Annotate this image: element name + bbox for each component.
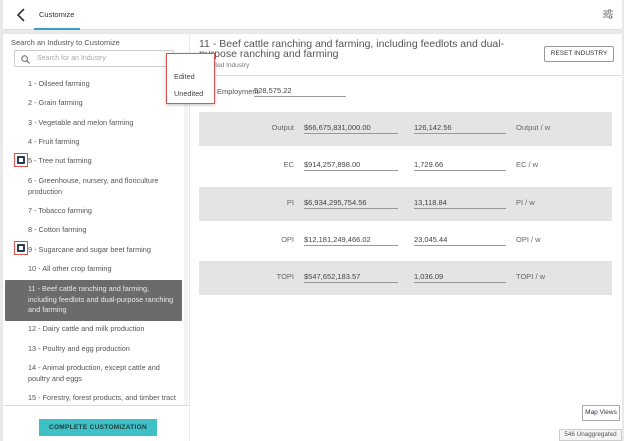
filter-option-unedited[interactable]: Unedited — [174, 89, 203, 98]
metric-row-output: Output $66,675,831,000.00 126,142.56 Out… — [199, 112, 612, 146]
industry-list-panel: Search an Industry to Customize Search f… — [3, 34, 189, 441]
employment-field[interactable]: 528,575.22 — [254, 84, 346, 97]
metric-row-pi: PI $6,934,295,754.56 13,118.84 PI / w — [199, 187, 612, 221]
tab-customize[interactable]: Customize — [39, 10, 74, 19]
metric-row-ec: EC $914,257,898.00 1,729.66 EC / w — [199, 149, 612, 183]
list-item[interactable]: 4 - Fruit farming — [3, 137, 184, 148]
filter-option-edited[interactable]: Edited — [174, 72, 195, 81]
metric-value-field[interactable]: $914,257,898.00 — [304, 157, 398, 171]
reset-industry-button[interactable]: RESET INDUSTRY — [544, 46, 614, 62]
metric-value-field[interactable]: $547,652,183.57 — [304, 269, 398, 283]
industry-detail-panel: 11 - Beef cattle ranching and farming, i… — [190, 34, 622, 441]
left-footer: COMPLETE CUSTOMIZATION — [3, 405, 189, 441]
list-item[interactable]: 5 - Tree nut farming — [3, 156, 184, 167]
list-item[interactable]: 1 - Oilseed farming — [3, 79, 184, 90]
metric-per-worker-field[interactable]: 126,142.56 — [414, 120, 506, 134]
metric-row-opi: OPI $12,181,249,466.02 23,045.44 OPI / w — [199, 224, 612, 258]
list-item[interactable]: 12 - Dairy cattle and milk production — [3, 324, 184, 335]
list-item[interactable]: 9 - Sugarcane and sugar beet farming — [3, 245, 184, 256]
list-item-selected[interactable]: 11 - Beef cattle ranching and farming, i… — [5, 280, 182, 321]
metric-value-field[interactable]: $66,675,831,000.00 — [304, 120, 398, 134]
map-views-button[interactable]: Map Views — [582, 405, 620, 421]
search-input[interactable]: Search for an Industry — [14, 50, 174, 67]
search-placeholder: Search for an Industry — [37, 55, 106, 62]
metric-row-topi: TOPI $547,652,183.57 1,036.09 TOPI / w — [199, 261, 612, 295]
industry-list: 1 - Oilseed farming 2 - Grain farming 3 … — [3, 73, 189, 406]
list-item[interactable]: 7 - Tobacco farming — [3, 206, 184, 217]
metric-per-worker-field[interactable]: 1,729.66 — [414, 157, 506, 171]
list-scrollbar[interactable] — [184, 73, 188, 406]
status-text: 546 Unaggregated — [559, 429, 622, 441]
search-icon — [21, 55, 30, 64]
top-bar: Customize — [3, 0, 622, 30]
search-label: Search an Industry to Customize — [11, 38, 120, 47]
industry-title: 11 - Beef cattle ranching and farming, i… — [199, 38, 505, 60]
employment-label: Employment — [217, 87, 259, 96]
metric-value-field[interactable]: $12,181,249,466.02 — [304, 232, 398, 246]
list-item[interactable]: 3 - Vegetable and melon farming — [3, 118, 184, 129]
filter-dropdown-menu: Edited Unedited — [166, 53, 215, 104]
active-tab-indicator — [34, 28, 80, 30]
back-arrow-icon[interactable] — [15, 7, 29, 23]
list-item[interactable]: 14 - Animal production, except cattle an… — [3, 363, 184, 384]
complete-customization-button[interactable]: COMPLETE CUSTOMIZATION — [39, 419, 157, 436]
metric-value-field[interactable]: $6,934,295,754.56 — [304, 195, 398, 209]
metric-per-worker-field[interactable]: 13,118.84 — [414, 195, 506, 209]
list-item[interactable]: 6 - Greenhouse, nursery, and floricultur… — [3, 176, 184, 197]
metric-per-worker-field[interactable]: 23,045.44 — [414, 232, 506, 246]
list-item[interactable]: 13 - Poultry and egg production — [3, 344, 184, 355]
list-item[interactable]: 10 - All other crop farming — [3, 264, 184, 275]
sliders-icon[interactable] — [602, 8, 614, 20]
list-item[interactable]: 2 - Grain farming — [3, 98, 184, 109]
list-item[interactable]: 8 - Cotton farming — [3, 225, 184, 236]
divider — [190, 75, 622, 76]
metric-per-worker-field[interactable]: 1,036.09 — [414, 269, 506, 283]
